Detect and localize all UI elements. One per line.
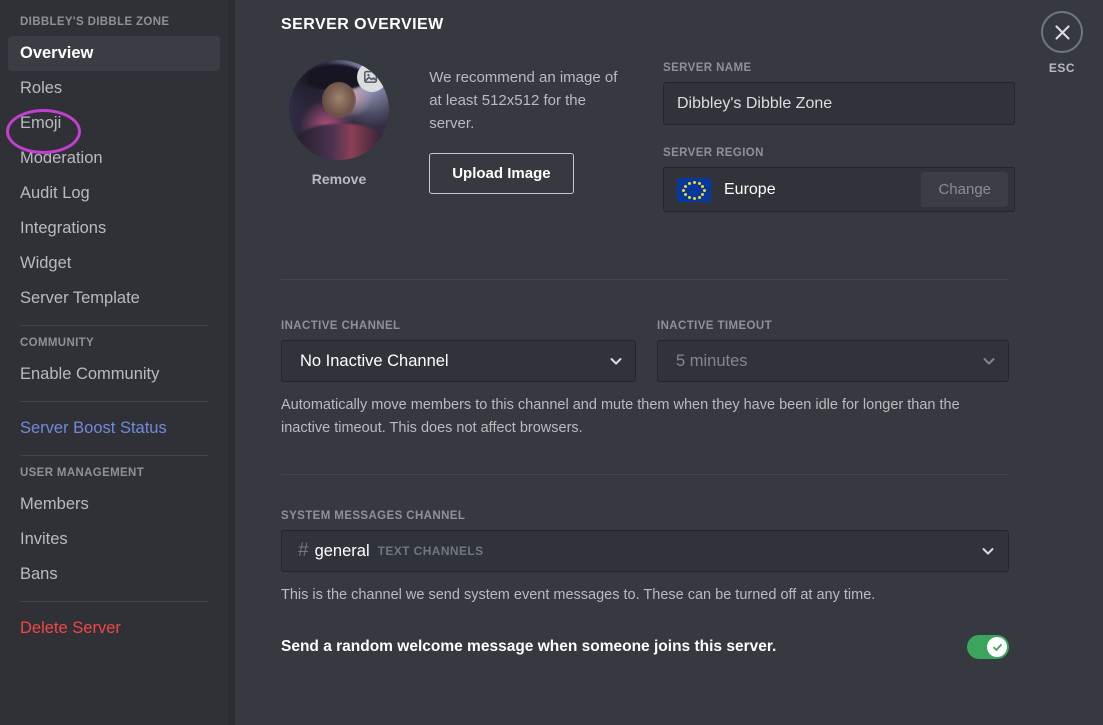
avatar-detail (322, 82, 356, 118)
inactive-channel-value: No Inactive Channel (300, 351, 449, 370)
sidebar-item-label: Delete Server (20, 619, 121, 637)
sidebar-item-label: Audit Log (20, 184, 90, 202)
sidebar-item-label: Moderation (20, 149, 103, 167)
sidebar-item-overview[interactable]: Overview (8, 36, 220, 71)
settings-sidebar: DIBBLEY'S DIBBLE ZONE Overview Roles Emo… (0, 0, 228, 725)
sidebar-item-server-boost-status[interactable]: Server Boost Status (8, 411, 220, 446)
add-image-icon[interactable] (357, 62, 387, 92)
inactive-helper-text: Automatically move members to this chann… (281, 397, 960, 436)
system-messages-section: SYSTEM MESSAGES CHANNEL # general TEXT C… (281, 475, 1015, 659)
sidebar-server-header: DIBBLEY'S DIBBLE ZONE (20, 16, 170, 28)
server-region-row: Europe Change (663, 167, 1015, 212)
server-avatar-block: Remove (281, 60, 405, 187)
system-messages-label: SYSTEM MESSAGES CHANNEL (281, 510, 466, 522)
sidebar-item-invites[interactable]: Invites (8, 522, 220, 557)
sidebar-item-label: Integrations (20, 219, 107, 237)
sidebar-item-label: Overview (20, 44, 94, 62)
sidebar-item-members[interactable]: Members (8, 487, 220, 522)
sidebar-item-bans[interactable]: Bans (8, 557, 220, 592)
welcome-message-row: Send a random welcome message when someo… (281, 635, 1009, 659)
sidebar-item-label: Enable Community (20, 365, 160, 383)
sidebar-item-label: Roles (20, 79, 63, 97)
sidebar-item-enable-community[interactable]: Enable Community (8, 357, 220, 392)
sidebar-item-label: Server Template (20, 289, 140, 307)
upload-hint-text: We recommend an image of at least 512x51… (429, 69, 618, 132)
sidebar-item-emoji[interactable]: Emoji (8, 106, 220, 141)
sidebar-item-label: Widget (20, 254, 72, 272)
change-region-button[interactable]: Change (921, 172, 1008, 207)
inactive-timeout-value: 5 minutes (676, 351, 748, 370)
check-icon (992, 643, 1002, 651)
sidebar-item-server-template[interactable]: Server Template (8, 281, 220, 316)
inactive-timeout-label: INACTIVE TIMEOUT (657, 320, 773, 332)
sidebar-item-integrations[interactable]: Integrations (8, 211, 220, 246)
sidebar-divider (20, 455, 208, 456)
server-name-label: SERVER NAME (663, 62, 752, 74)
sidebar-community-header: COMMUNITY (20, 337, 95, 349)
page-title: SERVER OVERVIEW (281, 16, 444, 33)
sidebar-scroll-gutter[interactable] (228, 0, 235, 725)
inactive-channel-label: INACTIVE CHANNEL (281, 320, 401, 332)
sidebar-item-audit-log[interactable]: Audit Log (8, 176, 220, 211)
sidebar-item-widget[interactable]: Widget (8, 246, 220, 281)
sidebar-item-label: Members (20, 495, 89, 513)
system-messages-helper-text: This is the channel we send system event… (281, 587, 876, 603)
server-avatar[interactable] (289, 60, 389, 160)
settings-main-panel: SERVER OVERVIEW Remove We recommend an i… (235, 0, 1103, 725)
chevron-down-icon (609, 354, 623, 368)
server-name-input[interactable] (663, 82, 1015, 125)
server-fields-block: SERVER NAME SERVER REGION Europe (663, 60, 1015, 214)
sidebar-divider (20, 601, 208, 602)
server-identity-row: Remove We recommend an image of at least… (281, 60, 1015, 214)
discord-server-settings: DIBBLEY'S DIBBLE ZONE Overview Roles Emo… (0, 0, 1103, 725)
server-region-value: Europe (724, 180, 776, 198)
system-channel-name: general (314, 541, 370, 560)
system-channel-category: TEXT CHANNELS (377, 544, 484, 558)
close-icon[interactable] (1041, 11, 1083, 53)
hash-icon: # (298, 540, 309, 561)
upload-block: We recommend an image of at least 512x51… (429, 60, 620, 194)
esc-label: ESC (1048, 61, 1076, 75)
welcome-message-toggle[interactable] (967, 635, 1009, 659)
sidebar-divider (20, 325, 208, 326)
eu-flag-icon (677, 177, 711, 202)
sidebar-item-roles[interactable]: Roles (8, 71, 220, 106)
inactive-channel-select[interactable]: No Inactive Channel (281, 340, 636, 382)
sidebar-user-management-header: USER MANAGEMENT (20, 467, 145, 479)
inactive-section: INACTIVE CHANNEL No Inactive Channel INA… (281, 280, 1015, 440)
sidebar-item-label: Emoji (20, 114, 62, 132)
upload-image-button[interactable]: Upload Image (429, 153, 574, 194)
inactive-timeout-select[interactable]: 5 minutes (657, 340, 1009, 382)
close-settings-block: ESC (1034, 11, 1090, 75)
welcome-message-label: Send a random welcome message when someo… (281, 638, 777, 655)
chevron-down-icon (981, 544, 995, 558)
toggle-knob (987, 637, 1007, 657)
server-region-label: SERVER REGION (663, 147, 764, 159)
sidebar-item-label: Invites (20, 530, 68, 548)
sidebar-item-moderation[interactable]: Moderation (8, 141, 220, 176)
remove-avatar-button[interactable]: Remove (281, 171, 397, 187)
sidebar-divider (20, 401, 208, 402)
avatar-detail (297, 124, 385, 160)
sidebar-item-label: Server Boost Status (20, 419, 167, 437)
sidebar-item-delete-server[interactable]: Delete Server (8, 611, 220, 646)
sidebar-item-label: Bans (20, 565, 58, 583)
chevron-down-icon (982, 354, 996, 368)
system-messages-channel-select[interactable]: # general TEXT CHANNELS (281, 530, 1009, 572)
